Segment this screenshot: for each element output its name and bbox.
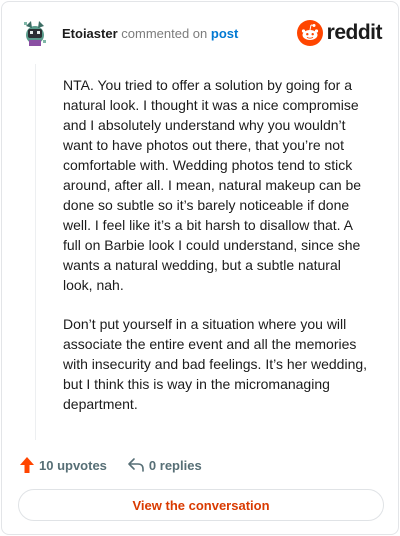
post-link[interactable]: post [211,26,238,41]
upvote-button[interactable]: 10 upvotes [19,456,107,474]
comment-byline: Etoiaster commented on post [62,26,238,42]
upvote-count: 10 upvotes [39,457,107,473]
reply-count: 0 replies [148,457,202,473]
reddit-snoo-icon [296,20,323,46]
view-conversation-button[interactable]: View the conversation [18,489,384,521]
thread-line [35,64,36,440]
reddit-logo[interactable]: reddit [296,20,383,46]
username-link[interactable]: Etoiaster [62,26,118,41]
comment-paragraph: Don’t put yourself in a situation where … [63,316,368,412]
reddit-wordmark: reddit [326,21,383,44]
replies-button[interactable]: 0 replies [127,457,202,473]
comment-header: Etoiaster commented on post reddit [20,16,384,52]
user-avatar[interactable] [20,18,50,48]
comment-card: Etoiaster commented on post reddit NTA. … [1,1,399,535]
commented-on-label: commented on [121,26,208,41]
upvote-arrow-icon [20,457,34,473]
comment-body: NTA. You tried to offer a solution by go… [63,75,373,433]
comment-paragraph: NTA. You tried to offer a solution by go… [63,77,362,293]
reply-arrow-icon [128,458,144,472]
comment-actions: 10 upvotes 0 replies [19,454,222,476]
